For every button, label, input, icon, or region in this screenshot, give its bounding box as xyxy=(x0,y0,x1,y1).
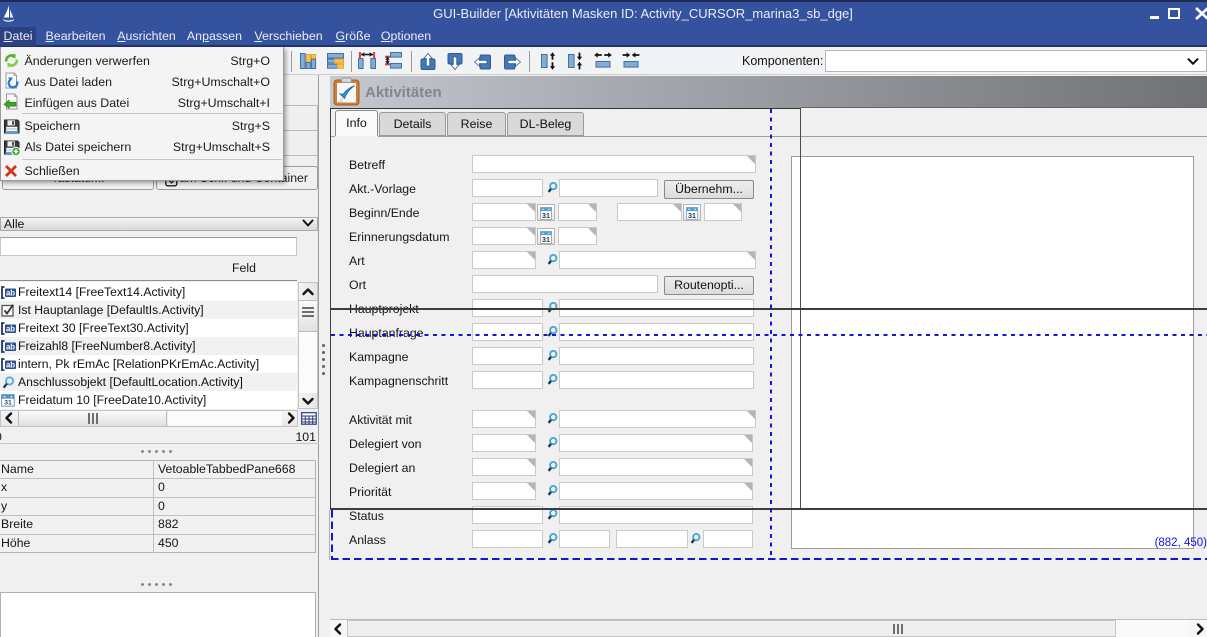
svg-text:31: 31 xyxy=(4,400,12,407)
svg-text:31: 31 xyxy=(688,210,696,219)
svg-text:ab: ab xyxy=(6,342,15,351)
svg-text:ab: ab xyxy=(6,324,15,333)
svg-text:ab: ab xyxy=(6,360,15,369)
svg-text:31: 31 xyxy=(542,210,550,219)
svg-text:31: 31 xyxy=(542,234,550,243)
svg-text:ab: ab xyxy=(6,288,15,297)
